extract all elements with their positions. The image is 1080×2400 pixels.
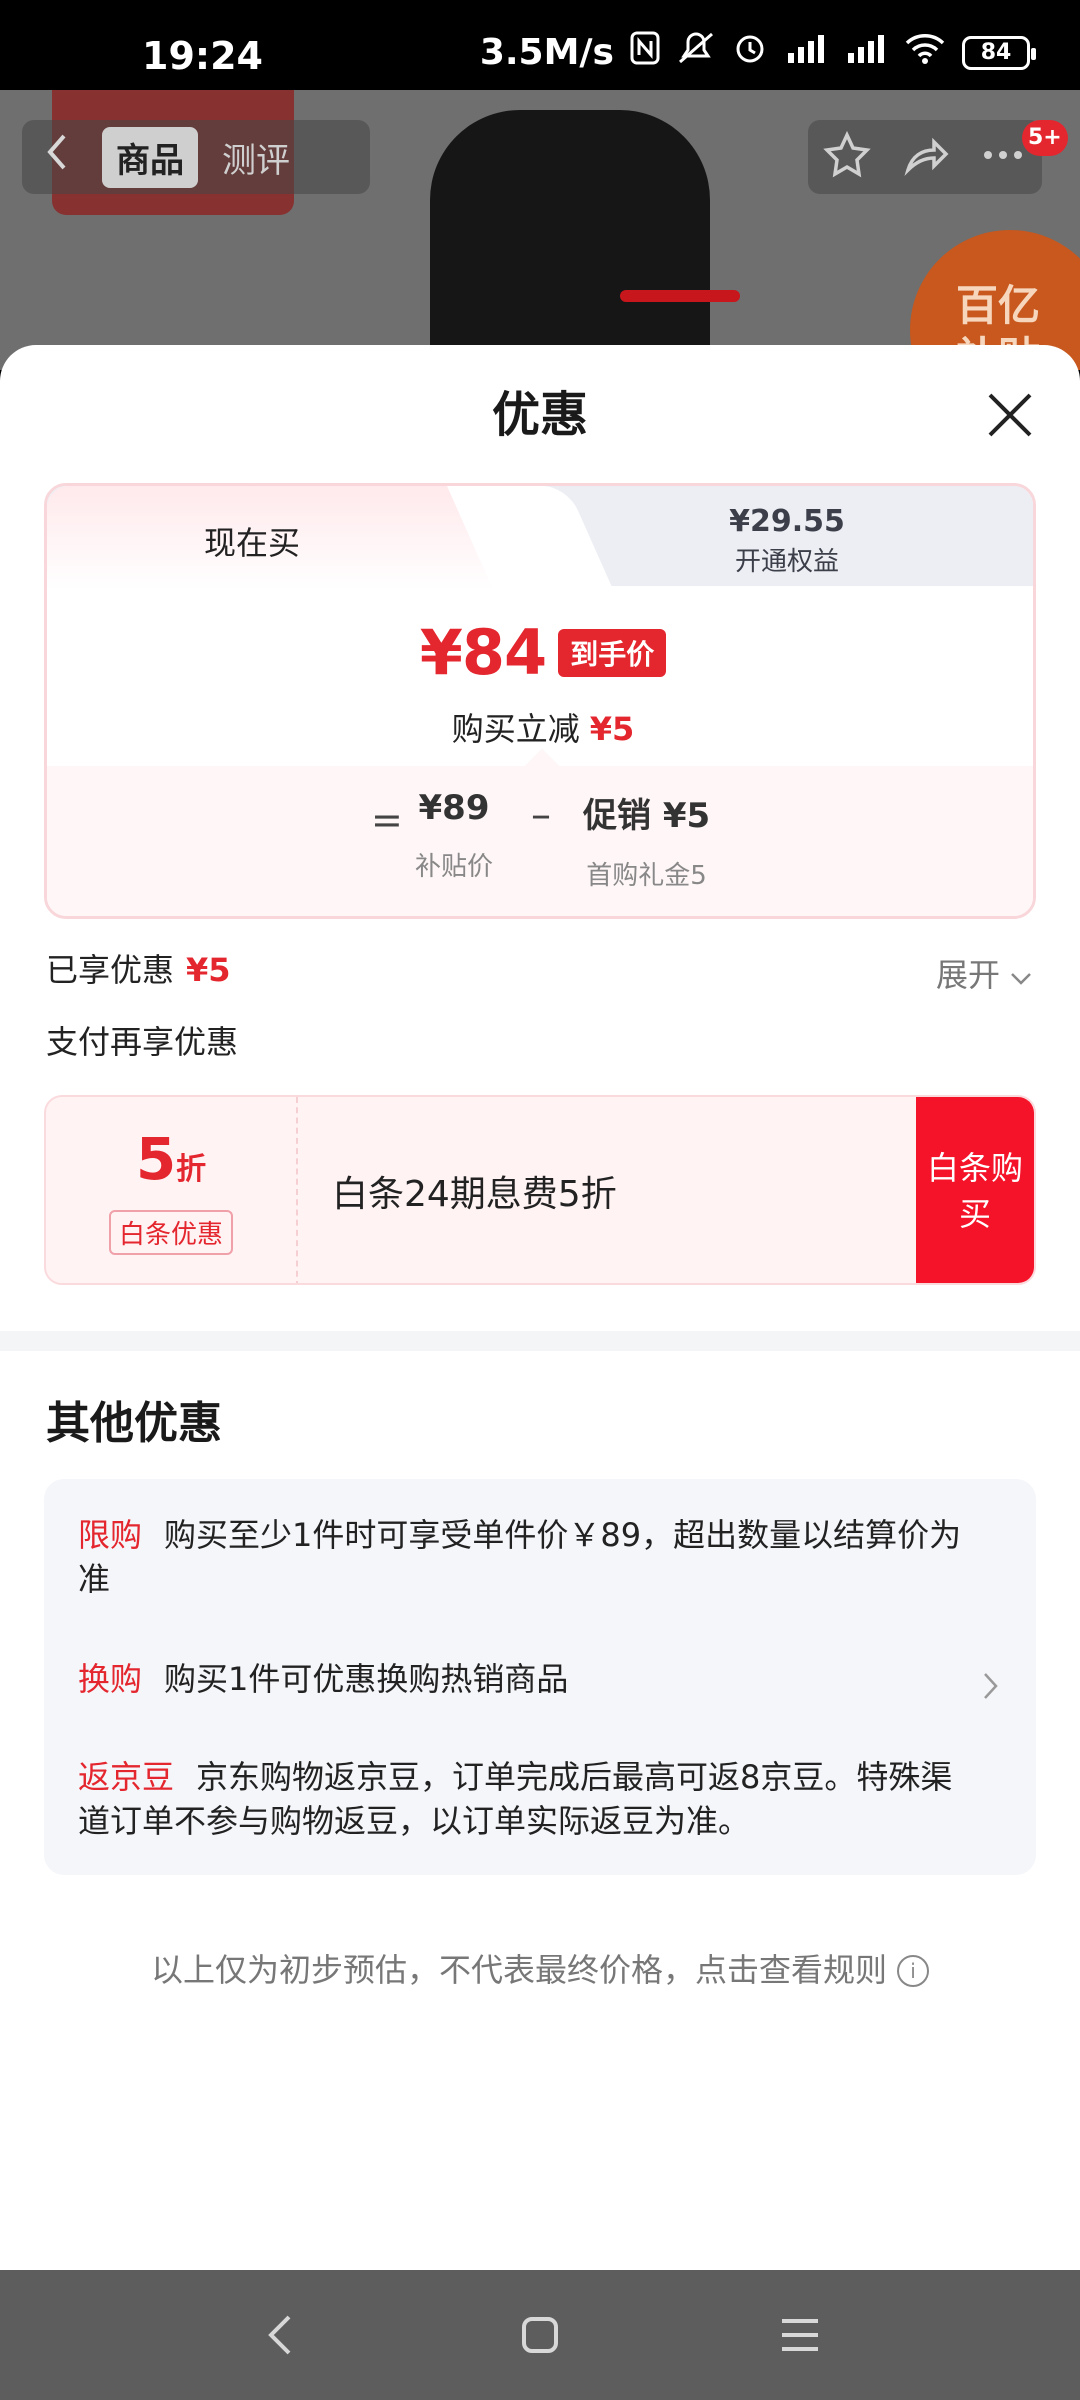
offer-text: 购买1件可优惠换购热销商品 [164, 1660, 569, 1698]
system-navigation-bar [0, 2270, 1080, 2400]
sheet-title: 优惠 [491, 387, 588, 443]
product-image [430, 110, 710, 370]
tab-review[interactable]: 测评 [222, 133, 290, 182]
expand-button[interactable]: 展开 [936, 950, 1032, 996]
close-icon [988, 393, 1032, 437]
chevron-left-icon [47, 134, 66, 170]
final-price: ¥84 [419, 616, 547, 689]
offer-text: 购买至少1件时可享受单件价￥89，超出数量以结算价为准 [78, 1516, 962, 1598]
chevron-right-icon [982, 1669, 1000, 1710]
close-button[interactable] [980, 385, 1040, 445]
star-icon [823, 130, 871, 178]
tab-product[interactable]: 商品 [102, 126, 198, 188]
offer-jingdou: 返京豆 京东购物返京豆，订单完成后最高可返8京豆。特殊渠道订单不参与购物返豆，以订… [78, 1755, 978, 1843]
membership-label: 开通权益 [734, 547, 839, 577]
enjoyed-discount: 已享优惠 ¥5 [46, 945, 231, 991]
menu-lines-icon [782, 2319, 818, 2351]
offer-tag: 返京豆 [78, 1758, 175, 1796]
disclaimer-text: 以上仅为初步预估，不代表最终价格，点击查看规则 [150, 1951, 887, 1989]
discount-row: 购买立减 ¥5 [47, 704, 1033, 750]
other-discounts-title: 其他优惠 [46, 1398, 222, 1449]
nav-back-button[interactable] [250, 2305, 310, 2365]
promo-item: 促销 ¥5 首购礼金5 [583, 788, 710, 892]
subsidy-price-item: ¥89 补贴价 [415, 788, 493, 883]
baitiao-description: 白条24期息费5折 [332, 1174, 617, 1215]
promo-value: 促销 ¥5 [583, 796, 711, 836]
baitiao-offer-card[interactable]: 5折 白条优惠 白条24期息费5折 白条购买 [44, 1095, 1036, 1285]
wifi-icon [904, 31, 946, 74]
more-button[interactable] [978, 130, 1028, 184]
pay-more-discounts: 支付再享优惠 [46, 1023, 239, 1061]
baitiao-rate-box: 5折 白条优惠 [46, 1097, 298, 1283]
share-icon [904, 137, 949, 177]
home-square-icon [522, 2317, 558, 2353]
offer-purchase-limit: 限购 购买至少1件时可享受单件价￥89，超出数量以结算价为准 [78, 1513, 978, 1601]
final-price-row: ¥84 到手价 [47, 616, 1033, 689]
mute-icon [676, 30, 716, 75]
product-nav: 商品 测评 [22, 120, 370, 194]
baitiao-rate: 5折 [135, 1125, 207, 1193]
share-button[interactable] [900, 130, 950, 184]
nav-menu-button[interactable] [770, 2305, 830, 2365]
status-icons: 3.5M/s 84 [479, 30, 1036, 75]
signal-hd-icon [784, 31, 828, 74]
discount-value: ¥5 [589, 710, 635, 748]
rules-disclaimer[interactable]: 以上仅为初步预估，不代表最终价格，点击查看规则 i [0, 1945, 1080, 1991]
discount-sheet: 优惠 现在买 ¥29.55 开通权益 ¥84 到手价 购买立减 ¥5 = ¥89 … [0, 345, 1080, 2270]
status-time: 19:24 [142, 34, 263, 78]
offer-tag: 限购 [78, 1516, 143, 1554]
subsidy-price: ¥89 [418, 788, 490, 828]
other-discounts-card: 限购 购买至少1件时可享受单件价￥89，超出数量以结算价为准 换购 购买1件可优惠换… [44, 1479, 1036, 1875]
back-button[interactable] [22, 132, 92, 182]
signal-hd-icon [844, 31, 888, 74]
expand-label: 展开 [936, 956, 1001, 994]
enjoyed-label: 已享优惠 [46, 951, 175, 989]
discount-label: 购买立减 [451, 710, 580, 748]
offer-trade-in[interactable]: 换购 购买1件可优惠换购热销商品 [78, 1657, 978, 1701]
enjoyed-value: ¥5 [186, 951, 231, 989]
promo-label: 首购礼金5 [586, 861, 707, 891]
product-actions [808, 120, 1042, 194]
alarm-icon [732, 30, 768, 75]
price-breakdown [47, 766, 1033, 916]
tab-membership[interactable]: ¥29.55 开通权益 [567, 504, 1007, 578]
back-arrow-icon [268, 2315, 291, 2355]
product-stripe [620, 290, 740, 302]
minus-sign: – [531, 792, 551, 838]
price-card: 现在买 ¥29.55 开通权益 ¥84 到手价 购买立减 ¥5 = ¥89 补贴价… [44, 483, 1036, 919]
chevron-down-icon [1011, 973, 1032, 985]
favorite-button[interactable] [822, 130, 872, 184]
equals-sign: = [371, 798, 403, 842]
more-dots-icon [984, 151, 1022, 159]
baitiao-tag: 白条优惠 [108, 1210, 233, 1255]
status-bar: 19:24 3.5M/s 84 [0, 0, 1080, 90]
tab-buy-now[interactable]: 现在买 [47, 518, 457, 564]
subsidy-price-label: 补贴价 [415, 852, 494, 882]
nav-home-button[interactable] [510, 2305, 570, 2365]
battery-icon: 84 [962, 35, 1036, 70]
baitiao-buy-button[interactable]: 白条购买 [916, 1097, 1034, 1283]
net-speed: 3.5M/s [479, 32, 614, 73]
final-price-tag: 到手价 [558, 628, 667, 677]
offer-text: 京东购物返京豆，订单完成后最高可返8京豆。特殊渠道订单不参与购物返豆，以订单实际… [78, 1758, 953, 1840]
membership-price: ¥29.55 [729, 504, 845, 539]
section-divider [0, 1331, 1080, 1351]
nfc-icon [630, 31, 660, 74]
offer-tag: 换购 [78, 1660, 143, 1698]
message-count-badge: 5+ [1022, 120, 1068, 156]
info-icon: i [897, 1955, 929, 1987]
